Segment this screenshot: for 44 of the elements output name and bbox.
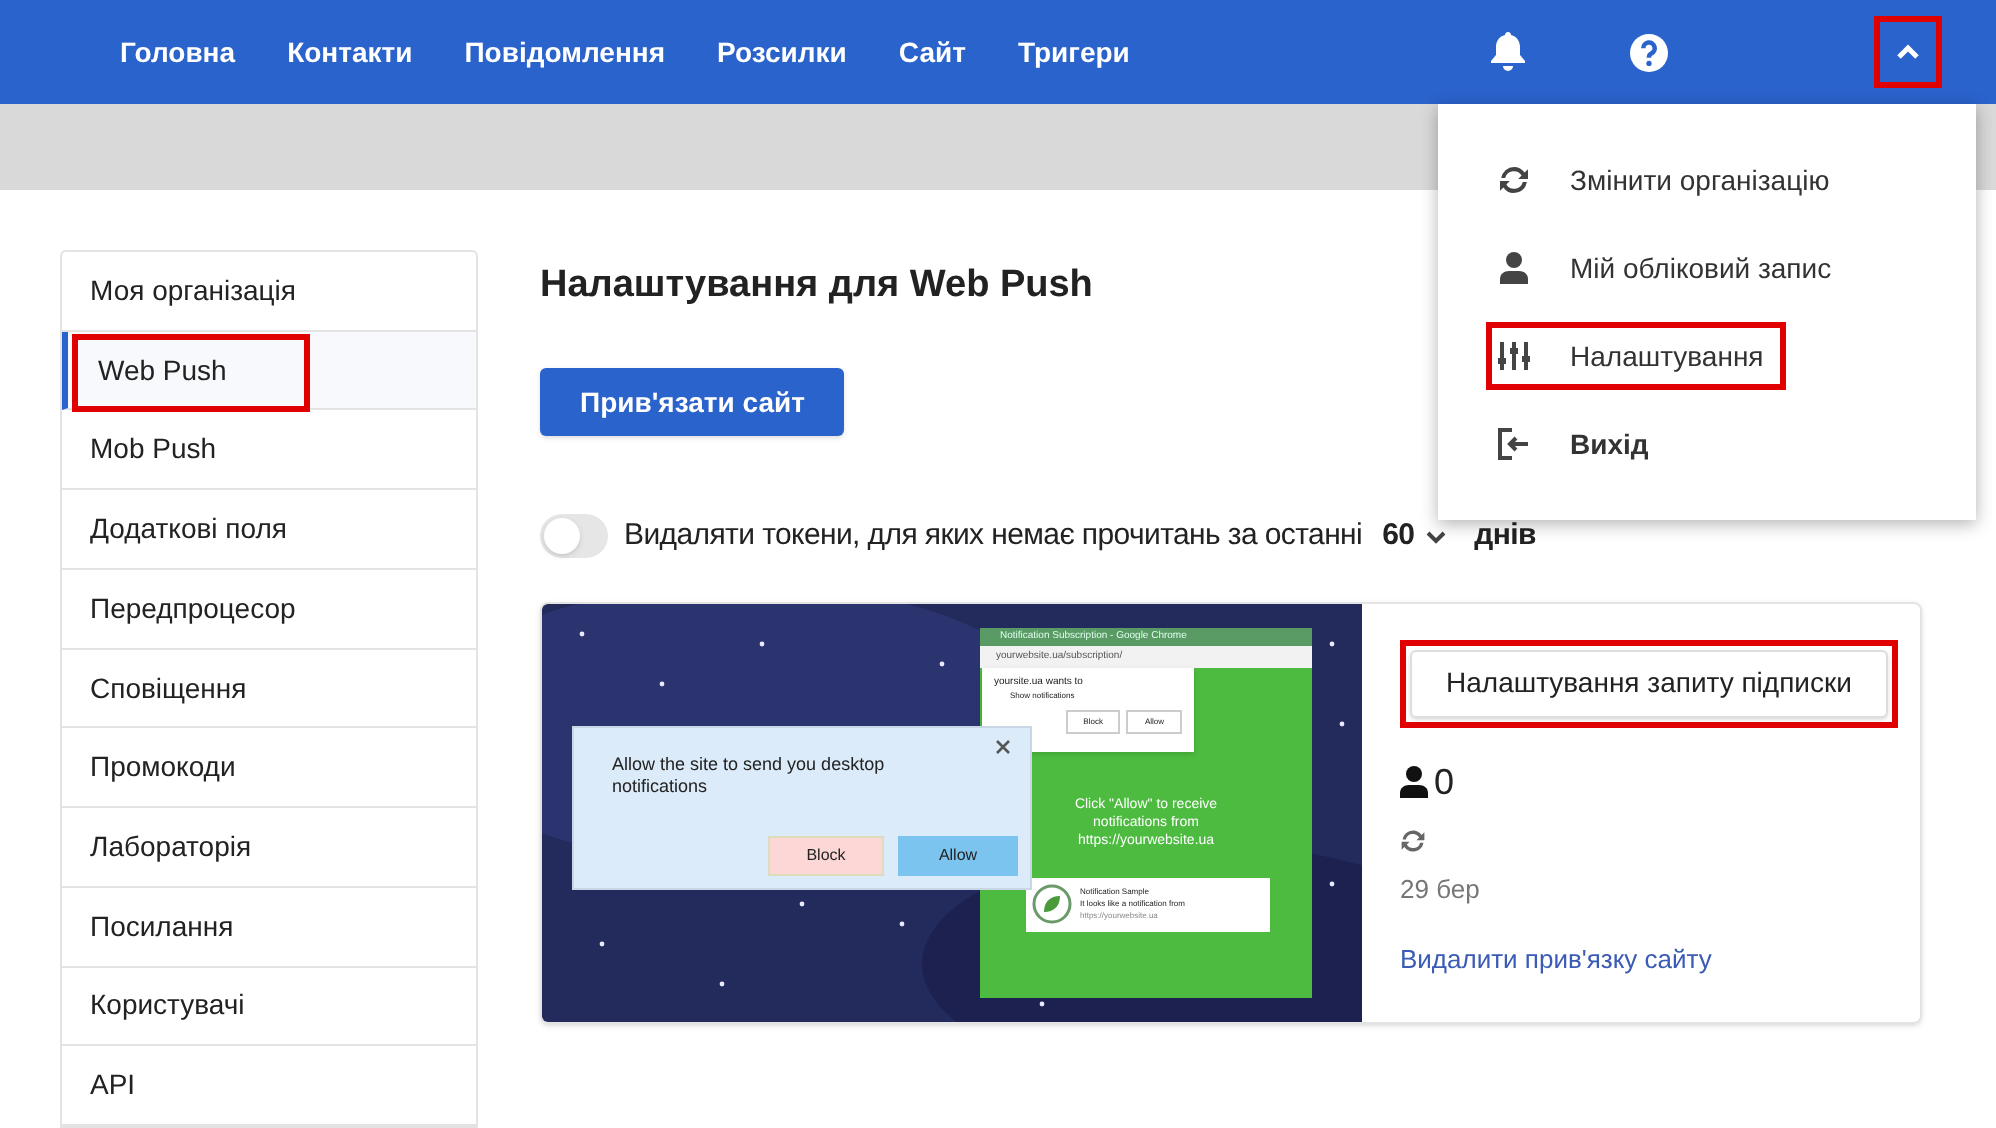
subscribers-icon [1400, 766, 1428, 798]
sidebar-item[interactable]: Лабораторія [62, 808, 476, 888]
close-icon [996, 739, 1010, 753]
nav-link[interactable]: Головна [120, 31, 236, 73]
sidebar-item[interactable]: Mob Push [62, 410, 476, 491]
page-title: Налаштування для Web Push [540, 262, 1093, 310]
menu-item[interactable]: Налаштування [1438, 312, 1976, 400]
unlink-site-link[interactable]: Видалити прив'язку сайту [1400, 940, 1898, 979]
sidebar-item[interactable]: Web Push [62, 331, 476, 411]
leaf-icon [1032, 884, 1072, 924]
caret-icon [1426, 529, 1447, 544]
sidebar-item[interactable]: Користувачі [62, 967, 476, 1047]
toggle-label: Видаляти токени, для яких немає прочитань за останні [624, 516, 1363, 556]
help-icon[interactable] [1630, 33, 1668, 71]
days-unit: днів [1474, 516, 1536, 556]
exit-icon [1498, 428, 1530, 460]
bell-icon[interactable] [1490, 32, 1526, 72]
menu-item[interactable]: Змінити організацію [1438, 136, 1976, 224]
chevron-up-icon [1896, 44, 1920, 60]
sidebar-item[interactable]: Промокоди [62, 728, 476, 809]
nav-link[interactable]: Розсилки [717, 31, 847, 73]
sliders-icon [1498, 340, 1530, 372]
sidebar-item[interactable]: Передпроцесор [62, 569, 476, 650]
user-icon [1500, 252, 1528, 284]
nav-link[interactable]: Тригери [1017, 31, 1130, 73]
sync-date: 29 бер [1400, 871, 1482, 908]
bind-site-button[interactable]: Прив'язати сайт [540, 368, 845, 436]
subscription-settings-button[interactable]: Налаштування запиту підписки [1410, 649, 1888, 717]
subscriber-count: 0 [1434, 759, 1455, 805]
days-dropdown[interactable]: 60 [1382, 514, 1447, 559]
sidebar-item[interactable]: API [62, 1046, 476, 1127]
dialog-text: Allow the site to send you desktop notifications [612, 753, 887, 797]
sidebar-item[interactable]: Додаткові поля [62, 490, 476, 570]
sidebar-item[interactable]: Посилання [62, 887, 476, 968]
nav-link[interactable]: Повідомлення [464, 31, 666, 73]
sync-icon [1400, 827, 1426, 853]
nav-link[interactable]: Контакти [287, 31, 413, 73]
menu-item[interactable]: Мій обліковий запис [1438, 224, 1976, 312]
account-menu-button[interactable] [1880, 22, 1936, 82]
menu-item[interactable]: Вихід [1438, 400, 1976, 488]
nav-link[interactable]: Сайт [898, 31, 966, 73]
sidebar-item[interactable]: Сповіщення [62, 649, 476, 729]
toggle-switch[interactable] [540, 514, 608, 559]
sync-icon [1498, 164, 1530, 196]
